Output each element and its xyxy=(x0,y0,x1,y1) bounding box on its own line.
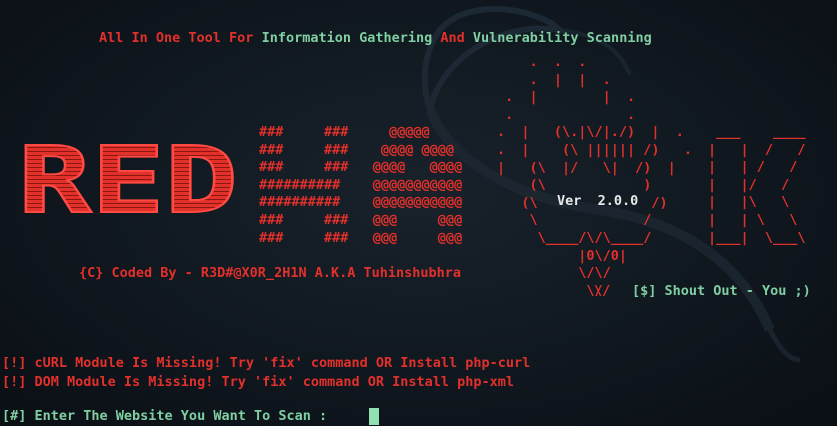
scan-prompt: [#] Enter The Website You Want To Scan : xyxy=(2,408,335,425)
terminal-window: All In One Tool For Information Gatherin… xyxy=(0,0,837,426)
logo-hash-art: ### ### @@@@@ ### ### @@@@ @@@@ ### ### … xyxy=(259,124,463,246)
tagline-part3: And xyxy=(432,30,473,46)
tagline-part1: All In One Tool For xyxy=(99,30,262,46)
error-curl: [!] cURL Module Is Missing! Try 'fix' co… xyxy=(2,355,531,371)
tagline-part2: Information Gathering xyxy=(261,30,433,46)
credit-line: {C} Coded By - R3D#@X0R_2H1N A.K.A Tuhin… xyxy=(79,265,462,281)
tagline: All In One Tool For Information Gatherin… xyxy=(99,30,652,47)
logo-owl-art: . . . . | | . . | | . . . . | (\.|\/|./)… xyxy=(497,54,693,299)
terminal-cursor[interactable] xyxy=(369,408,379,425)
shout-prefix: \/ xyxy=(594,283,611,299)
scan-prompt-label: [#] Enter The Website You Want To Scan : xyxy=(2,408,336,424)
error-dom: [!] DOM Module Is Missing! Try 'fix' com… xyxy=(2,374,515,390)
version-label: Ver 2.0.0 xyxy=(557,193,639,209)
logo-k-art: ___ ____ | | / / | | / / | |/ / | |\ \ |… xyxy=(708,124,806,246)
logo-red-text: RED xyxy=(18,128,238,228)
tagline-part4: Vulnerability Scanning xyxy=(472,30,652,46)
shout-out: [$] Shout Out - You ;) xyxy=(632,283,811,299)
logo-red-word: RED xyxy=(18,128,239,228)
